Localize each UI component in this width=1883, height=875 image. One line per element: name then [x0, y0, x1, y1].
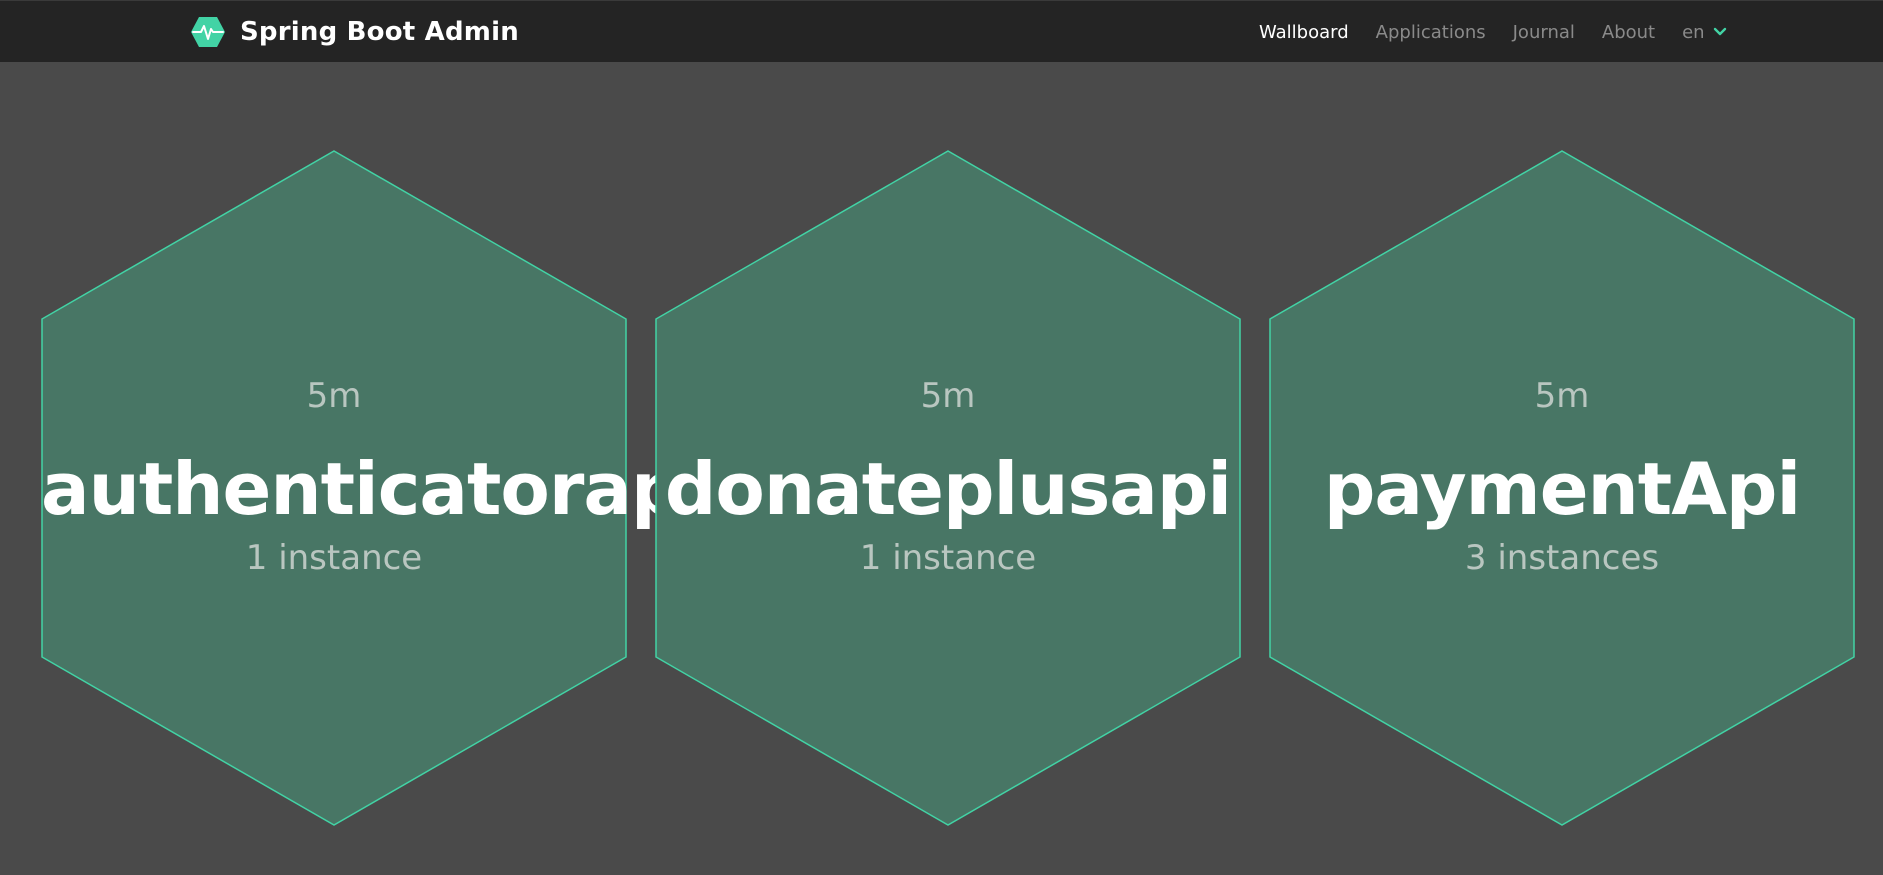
language-label: en — [1682, 21, 1705, 43]
application-uptime: 5m — [920, 376, 976, 416]
application-name: donateplusapi — [664, 447, 1232, 531]
nav-item-applications[interactable]: Applications — [1376, 22, 1486, 43]
application-hex-paymentapi[interactable]: 5m paymentApi 3 instances — [1269, 150, 1855, 826]
application-hex-donateplusapi[interactable]: 5m donateplusapi 1 instance — [655, 150, 1241, 826]
nav-item-about[interactable]: About — [1602, 22, 1655, 43]
brand-link[interactable]: Spring Boot Admin — [190, 15, 519, 49]
application-uptime: 5m — [1534, 376, 1590, 416]
chevron-down-icon — [1713, 27, 1726, 36]
nav-menu: Wallboard Applications Journal About en — [1259, 1, 1727, 63]
application-name: authenticatorapi — [41, 447, 706, 531]
nav-item-wallboard[interactable]: Wallboard — [1259, 22, 1349, 43]
application-name: paymentApi — [1323, 447, 1801, 531]
application-instance-count: 1 instance — [245, 538, 423, 578]
nav-item-journal[interactable]: Journal — [1513, 22, 1575, 43]
application-uptime: 5m — [306, 376, 362, 416]
application-instance-count: 1 instance — [859, 538, 1037, 578]
application-instance-count: 3 instances — [1464, 538, 1660, 578]
heartbeat-hexagon-icon — [191, 17, 225, 47]
wallboard: 5m authenticatorapi 1 instance 5m donate… — [0, 62, 1883, 875]
app-title: Spring Boot Admin — [240, 17, 519, 47]
application-hex-authenticatorapi[interactable]: 5m authenticatorapi 1 instance — [41, 150, 706, 826]
language-selector[interactable]: en — [1682, 22, 1726, 43]
top-navbar: Spring Boot Admin Wallboard Applications… — [0, 0, 1883, 62]
